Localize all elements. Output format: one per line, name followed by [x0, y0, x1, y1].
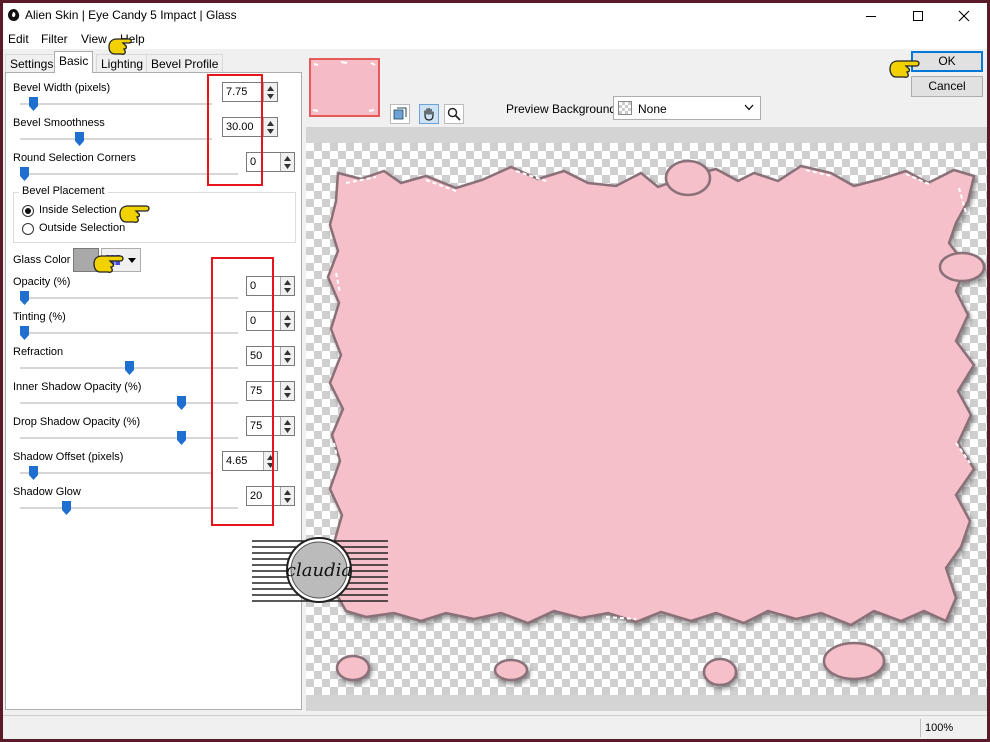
spinner-arrows[interactable] — [280, 487, 294, 505]
inner-shadow-opacity-track — [20, 402, 238, 404]
round-corners-label: Round Selection Corners — [13, 152, 136, 164]
drop-shadow-opacity-slider[interactable] — [176, 431, 186, 445]
title-bar: Alien Skin | Eye Candy 5 Impact | Glass — [3, 3, 987, 29]
glass-blob-bottom-1 — [335, 654, 371, 682]
preview-toggle-icon — [393, 107, 407, 120]
drop-shadow-opacity-track — [20, 437, 238, 439]
maximize-button[interactable] — [895, 3, 941, 29]
spinner-arrows[interactable] — [280, 347, 294, 365]
inner-shadow-opacity-slider[interactable] — [176, 396, 186, 410]
inside-selection-radio[interactable] — [22, 205, 34, 217]
inside-selection-label[interactable]: Inside Selection — [39, 204, 117, 216]
round-corners-track — [20, 173, 238, 175]
preview-thumbnail[interactable] — [309, 58, 380, 117]
tab-bevel-profile[interactable]: Bevel Profile — [146, 54, 224, 73]
spinner-arrows[interactable] — [280, 312, 294, 330]
bevel-smoothness-label: Bevel Smoothness — [13, 117, 105, 129]
glass-blob-bottom-2 — [493, 658, 529, 682]
glass-preview-image — [326, 159, 986, 687]
shadow-offset-slider[interactable] — [29, 466, 39, 480]
zoom-level: 100% — [925, 722, 954, 734]
close-button[interactable] — [941, 3, 987, 29]
refraction-slider[interactable] — [124, 361, 134, 375]
basic-settings-panel: Bevel Width (pixels) 7.75 Bevel Smoothne… — [5, 72, 302, 710]
checker-swatch-icon — [618, 101, 632, 115]
shadow-offset-label: Shadow Offset (pixels) — [13, 451, 124, 463]
spinner-arrows[interactable] — [280, 153, 294, 171]
menu-filter[interactable]: Filter — [41, 32, 68, 46]
shadow-glow-slider[interactable] — [61, 501, 71, 515]
bevel-smoothness-track — [20, 138, 212, 140]
tab-basic[interactable]: Basic — [54, 51, 94, 73]
bevel-smoothness-slider[interactable] — [74, 132, 84, 146]
spinner-arrows[interactable] — [263, 83, 277, 101]
opacity-label: Opacity (%) — [13, 276, 71, 288]
minimize-icon — [866, 16, 876, 17]
spinner-arrows[interactable] — [280, 417, 294, 435]
pointing-hand-icon — [889, 60, 920, 78]
shadow-glow-label: Shadow Glow — [13, 486, 81, 498]
highlight-box-bevel — [207, 74, 263, 186]
bevel-placement-legend: Bevel Placement — [19, 185, 108, 197]
tinting-track — [20, 332, 238, 334]
minimize-button[interactable] — [848, 3, 894, 29]
refraction-label: Refraction — [13, 346, 64, 358]
menu-bar: Edit Filter View Help — [3, 29, 987, 49]
glass-blob-bottom-4 — [822, 641, 886, 681]
eye-candy-window: Alien Skin | Eye Candy 5 Impact | Glass … — [3, 3, 987, 739]
window-title: Alien Skin | Eye Candy 5 Impact | Glass — [25, 8, 237, 22]
dropdown-arrow-icon — [744, 104, 754, 111]
dropdown-arrow-icon — [128, 258, 136, 263]
watermark-text: claudia — [286, 560, 352, 581]
app-icon — [8, 9, 20, 21]
drop-shadow-opacity-label: Drop Shadow Opacity (%) — [13, 416, 141, 428]
preview-background-value[interactable]: None — [638, 102, 667, 116]
zoom-tool-icon — [447, 107, 461, 121]
pointing-hand-icon — [93, 255, 124, 273]
bevel-placement-group: Bevel Placement Inside Selection Outside… — [13, 185, 296, 243]
preview-toggle-button[interactable] — [390, 104, 410, 124]
glass-blob-bottom-3 — [702, 657, 738, 687]
opacity-slider[interactable] — [20, 291, 29, 305]
bevel-width-track — [20, 103, 212, 105]
menu-edit[interactable]: Edit — [8, 32, 29, 46]
bevel-width-slider[interactable] — [29, 97, 39, 111]
hand-tool-icon — [424, 107, 434, 121]
glass-main-shape — [326, 164, 976, 627]
maximize-icon — [913, 11, 923, 21]
status-bar: 100% — [3, 715, 987, 739]
tinting-slider[interactable] — [20, 326, 29, 340]
tinting-label: Tinting (%) — [13, 311, 66, 323]
highlight-box-glass — [211, 257, 274, 526]
inner-shadow-opacity-label: Inner Shadow Opacity (%) — [13, 381, 142, 393]
close-icon — [958, 10, 970, 22]
glass-blob-top — [664, 159, 712, 197]
preview-background-label: Preview Background: — [506, 102, 620, 116]
spinner-arrows[interactable] — [280, 382, 294, 400]
cancel-button[interactable]: Cancel — [911, 76, 983, 97]
pointing-hand-icon — [119, 205, 150, 223]
outside-selection-radio[interactable] — [22, 223, 34, 235]
hand-tool-button[interactable] — [419, 104, 439, 124]
zoom-tool-button[interactable] — [444, 104, 464, 124]
preview-background-select[interactable]: None — [613, 96, 761, 120]
spinner-arrows[interactable] — [280, 277, 294, 295]
watermark-logo: claudia — [252, 537, 388, 603]
bevel-width-label: Bevel Width (pixels) — [13, 82, 111, 94]
shadow-glow-track — [20, 507, 238, 509]
glass-color-label: Glass Color — [13, 254, 71, 266]
opacity-track — [20, 297, 238, 299]
status-separator — [920, 719, 921, 737]
outside-selection-label[interactable]: Outside Selection — [39, 222, 125, 234]
shadow-offset-track — [20, 472, 212, 474]
pointing-hand-icon — [108, 38, 132, 55]
thumbnail-image — [311, 60, 378, 115]
menu-view[interactable]: View — [81, 32, 107, 46]
glass-blob-right — [938, 251, 986, 283]
spinner-arrows[interactable] — [263, 118, 277, 136]
tab-settings[interactable]: Settings — [5, 54, 59, 73]
round-corners-slider[interactable] — [20, 167, 29, 181]
